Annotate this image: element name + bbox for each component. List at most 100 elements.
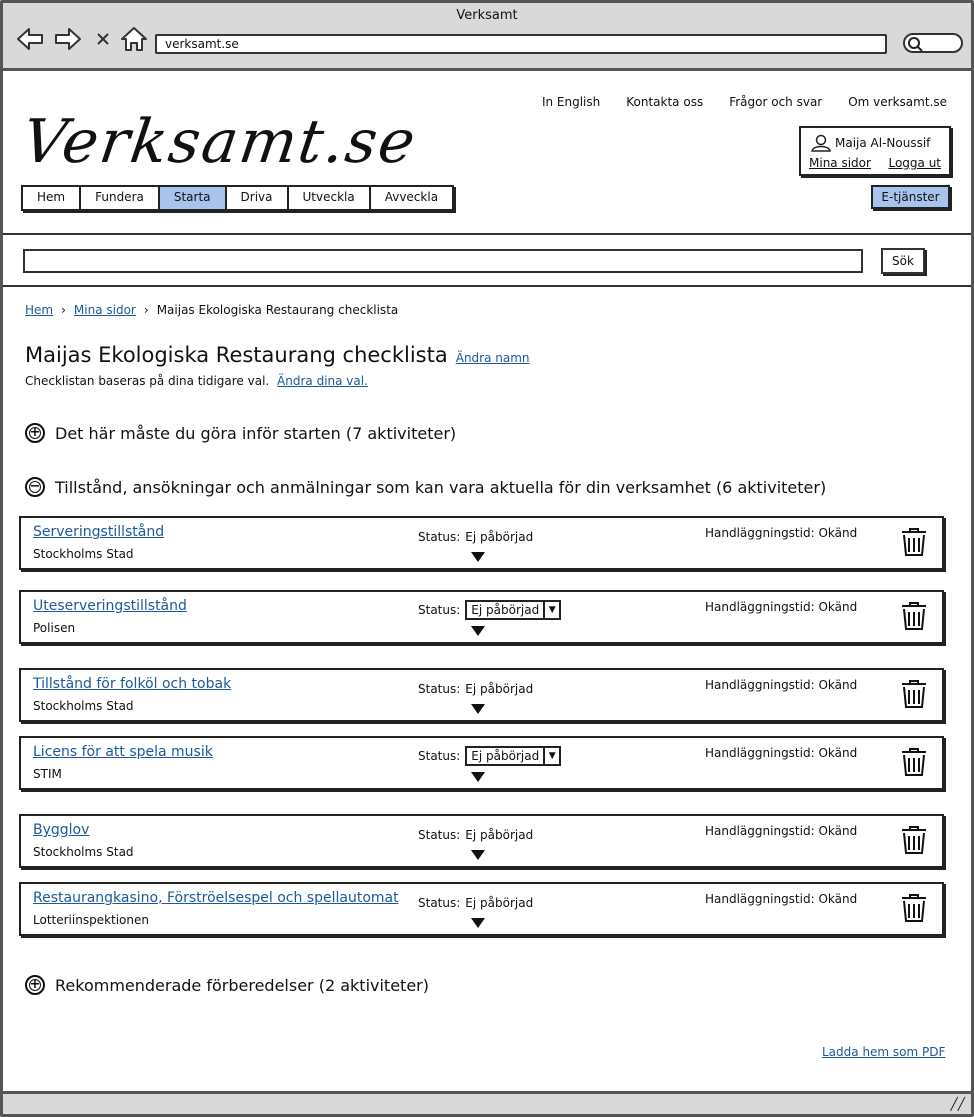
status-label: Status: [418,530,461,544]
forward-arrow-icon[interactable] [53,25,83,53]
activity-org: STIM [33,767,62,781]
back-arrow-icon[interactable] [15,25,45,53]
section-header-recommended[interactable]: + Rekommenderade förberedelser (2 aktivi… [25,975,429,995]
status-label: Status: [418,828,461,842]
section-title: Det här måste du göra inför starten (7 a… [55,423,457,443]
expand-triangle-icon[interactable] [471,552,485,562]
chevron-down-icon: ▼ [543,748,559,764]
logo[interactable]: Verksamt.se [18,107,421,177]
activity-title-link[interactable]: Bygglov [33,822,89,838]
trash-icon[interactable] [899,678,929,710]
breadcrumb: Hem › Mina sidor › Maijas Ekologiska Res… [25,303,398,317]
expand-plus-icon[interactable]: + [25,423,45,443]
status-label: Status: [418,603,461,617]
section-title: Rekommenderade förberedelser (2 aktivite… [55,975,429,995]
status-value: Ej påbörjad [465,828,534,842]
nav-tab-fundera[interactable]: Fundera [81,187,160,209]
logout-link[interactable]: Logga ut [888,156,941,170]
my-pages-link[interactable]: Mina sidor [809,156,871,170]
link-faq[interactable]: Frågor och svar [729,95,822,109]
chevron-down-icon: ▼ [543,602,559,618]
activity-status: Status: Ej påbörjad ▼ [418,746,562,766]
browser-toolbar: Verksamt verksamt.se [3,3,971,71]
status-dropdown[interactable]: Ej påbörjad ▼ [465,746,562,766]
status-value: Ej påbörjad [465,682,534,696]
processing-time: Handläggningstid: Okänd [705,600,858,614]
window-title: Verksamt [456,8,518,23]
breadcrumb-home[interactable]: Hem [25,303,53,317]
home-icon[interactable] [119,25,149,53]
user-name: Maija Al-Noussif [835,136,931,150]
address-bar[interactable]: verksamt.se [155,34,887,54]
section-header-before-start[interactable]: + Det här måste du göra inför starten (7… [25,423,456,443]
expand-triangle-icon[interactable] [471,850,485,860]
resize-grip-icon[interactable]: ╱╱ [951,1097,965,1111]
activity-status: Status: Ej påbörjad [418,828,533,842]
expand-triangle-icon[interactable] [471,772,485,782]
nav-tab-avveckla[interactable]: Avveckla [371,187,452,209]
search-button[interactable]: Sök [881,248,925,274]
close-icon[interactable] [91,25,115,53]
activity-title-link[interactable]: Tillstånd för folköl och tobak [33,676,231,692]
activity-row: Tillstånd för folköl och tobak Stockholm… [19,668,944,722]
processing-time: Handläggningstid: Okänd [705,678,858,692]
trash-icon[interactable] [899,746,929,778]
activity-org: Stockholms Stad [33,845,134,859]
download-pdf-link[interactable]: Ladda hem som PDF [822,1045,945,1059]
browser-search-field[interactable] [903,33,963,53]
status-label: Status: [418,749,461,763]
breadcrumb-my-pages[interactable]: Mina sidor [74,303,136,317]
nav-tab-hem[interactable]: Hem [23,187,82,209]
site-search-input[interactable] [23,249,863,273]
trash-icon[interactable] [899,600,929,632]
user-icon [811,134,831,152]
chevron-right-icon: › [143,303,149,317]
search-icon [908,37,923,52]
activity-title-link[interactable]: Restaurangkasino, Förströelsespel och sp… [33,890,399,906]
activity-status: Status: Ej påbörjad ▼ [418,600,562,620]
e-services-button[interactable]: E-tjänster [871,185,950,209]
status-dropdown[interactable]: Ej påbörjad ▼ [465,600,562,620]
link-in-english[interactable]: In English [542,95,600,109]
change-choices-link[interactable]: Ändra dina val. [277,374,368,388]
activity-status: Status: Ej påbörjad [418,530,533,544]
activity-row: Restaurangkasino, Förströelsespel och sp… [19,882,944,936]
status-label: Status: [418,896,461,910]
status-value: Ej påbörjad [465,896,534,910]
nav-tab-driva[interactable]: Driva [227,187,289,209]
expand-triangle-icon[interactable] [471,704,485,714]
main-nav: Hem Fundera Starta Driva Utveckla Avveck… [21,185,455,211]
activity-title-link[interactable]: Uteserveringstillstånd [33,598,187,614]
browser-window: Verksamt verksamt.se In English Kontakta… [0,0,974,1117]
processing-time: Handläggningstid: Okänd [705,746,858,760]
activity-row: Serveringstillstånd Stockholms Stad Stat… [19,516,944,570]
processing-time: Handläggningstid: Okänd [705,526,858,540]
chevron-right-icon: › [61,303,66,317]
section-title: Tillstånd, ansökningar och anmälningar s… [55,477,827,497]
activity-title-link[interactable]: Serveringstillstånd [33,524,164,540]
trash-icon[interactable] [899,526,929,558]
top-links: In English Kontakta oss Frågor och svar … [542,95,947,109]
expand-triangle-icon[interactable] [471,918,485,928]
rename-link[interactable]: Ändra namn [456,351,530,365]
nav-tab-starta[interactable]: Starta [159,187,227,209]
activity-row: Bygglov Stockholms Stad Status: Ej påbör… [19,814,944,868]
activity-org: Polisen [33,621,76,635]
activity-org: Lotteriinspektionen [33,913,149,927]
subtitle-text: Checklistan baseras på dina tidigare val… [25,374,270,388]
activity-title-link[interactable]: Licens för att spela musik [33,744,213,760]
link-about[interactable]: Om verksamt.se [848,95,947,109]
section-header-permits[interactable]: − Tillstånd, ansökningar och anmälningar… [25,477,826,497]
activity-row: Uteserveringstillstånd Polisen Status: E… [19,590,944,644]
link-contact[interactable]: Kontakta oss [626,95,703,109]
nav-tab-utveckla[interactable]: Utveckla [289,187,371,209]
breadcrumb-current: Maijas Ekologiska Restaurang checklista [156,303,399,317]
trash-icon[interactable] [899,824,929,856]
page-title-row: Maijas Ekologiska Restaurang checklista … [25,343,530,367]
collapse-minus-icon[interactable]: − [25,477,45,497]
trash-icon[interactable] [899,892,929,924]
expand-triangle-icon[interactable] [471,626,485,636]
page-subtitle: Checklistan baseras på dina tidigare val… [25,374,368,388]
expand-plus-icon[interactable]: + [25,975,45,995]
activity-status: Status: Ej påbörjad [418,682,533,696]
